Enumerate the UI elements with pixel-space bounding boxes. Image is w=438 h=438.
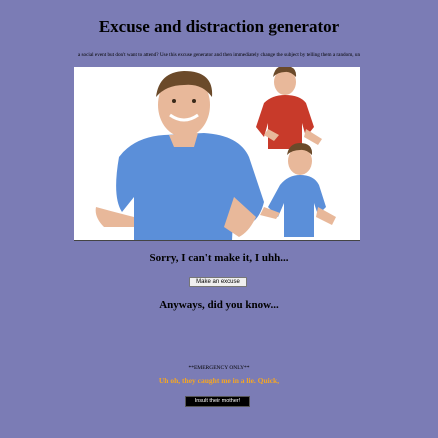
emergency-subtitle: Uh oh, they caught me in a lie. Quick, [158,376,280,385]
intro-text: a social event but don't want to attend?… [77,52,361,58]
insult-mother-button[interactable]: Insult their mother! [185,396,250,407]
distraction-text: Anyways, did you know... [159,299,279,311]
page-title: Excuse and distraction generator [98,17,340,36]
make-excuse-button[interactable]: Make an excuse [189,277,247,287]
emergency-label: **EMERGENCY ONLY** [188,365,250,371]
excuse-text: Sorry, I can't make it, I uhh... [149,252,289,264]
excuse-photo [74,67,360,241]
